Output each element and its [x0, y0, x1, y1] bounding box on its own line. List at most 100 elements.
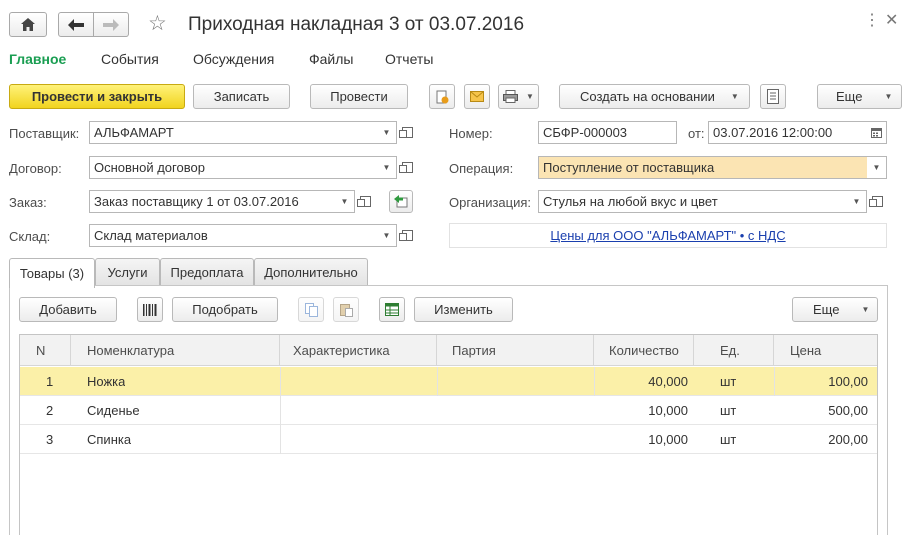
organization-open-icon[interactable]: [868, 190, 887, 213]
paste-icon: [339, 303, 353, 317]
barcode-icon: [143, 303, 157, 316]
cell-unit: шт: [720, 374, 737, 389]
barcode-button[interactable]: [137, 297, 163, 322]
warehouse-label: Склад:: [9, 229, 51, 244]
prices-link[interactable]: Цены для ООО "АЛЬФАМАРТ" • с НДС: [449, 223, 887, 248]
chevron-down-icon: ▼: [730, 92, 739, 101]
cell-quantity: 40,000: [648, 374, 688, 389]
supplier-label: Поставщик:: [9, 126, 80, 141]
copy-button[interactable]: [298, 297, 324, 322]
print-button[interactable]: ▼: [498, 84, 539, 109]
table-row[interactable]: 2 Сиденье 10,000 шт 500,00: [20, 396, 877, 425]
cell-price: 100,00: [828, 374, 868, 389]
fill-icon: [394, 195, 408, 208]
col-header-batch[interactable]: Партия: [437, 335, 594, 366]
cell-item: Спинка: [87, 432, 132, 447]
goods-table[interactable]: N Номенклатура Характеристика Партия Кол…: [19, 334, 878, 535]
order-open-icon[interactable]: [356, 190, 375, 213]
calendar-button[interactable]: [867, 121, 887, 144]
forward-button[interactable]: [93, 12, 129, 37]
cell-item: Ножка: [87, 374, 126, 389]
chevron-down-icon: ▼: [861, 305, 870, 314]
attach-icon: [436, 90, 449, 103]
back-button[interactable]: [58, 12, 94, 37]
section-tab-reports[interactable]: Отчеты: [385, 51, 433, 67]
table-row[interactable]: 3 Спинка 10,000 шт 200,00: [20, 425, 877, 454]
goods-more-label: Еще: [813, 302, 840, 317]
copy-icon: [304, 302, 318, 317]
page-title: Приходная накладная 3 от 03.07.2016: [188, 14, 525, 35]
organization-dropdown[interactable]: ▼: [847, 190, 867, 213]
report-button[interactable]: [760, 84, 786, 109]
change-button[interactable]: Изменить: [414, 297, 513, 322]
number-field[interactable]: СБФР-000003: [538, 121, 677, 144]
supplier-field[interactable]: АЛЬФАМАРТ: [89, 121, 378, 144]
cell-item: Сиденье: [87, 403, 140, 418]
save-button[interactable]: Записать: [193, 84, 290, 109]
col-header-n[interactable]: N: [20, 335, 71, 366]
star-icon[interactable]: ☆: [148, 11, 167, 36]
home-button[interactable]: [9, 12, 47, 37]
cell-price: 200,00: [828, 432, 868, 447]
excel-button[interactable]: [379, 297, 405, 322]
order-label: Заказ:: [9, 195, 47, 210]
attach-button[interactable]: [429, 84, 455, 109]
create-based-on-button[interactable]: Создать на основании ▼: [559, 84, 750, 109]
col-header-quantity[interactable]: Количество: [594, 335, 694, 366]
post-button[interactable]: Провести: [310, 84, 408, 109]
col-header-price[interactable]: Цена: [774, 335, 877, 366]
warehouse-dropdown[interactable]: ▼: [377, 224, 397, 247]
more-label: Еще: [836, 89, 863, 104]
fill-from-order-button[interactable]: [389, 190, 413, 213]
operation-dropdown[interactable]: ▼: [867, 156, 887, 179]
warehouse-field[interactable]: Склад материалов: [89, 224, 378, 247]
add-button[interactable]: Добавить: [19, 297, 117, 322]
cell-price: 500,00: [828, 403, 868, 418]
tab-goods[interactable]: Товары (3): [9, 258, 95, 288]
order-dropdown[interactable]: ▼: [335, 190, 355, 213]
operation-field[interactable]: Поступление от поставщика: [538, 156, 868, 179]
tab-prepayment[interactable]: Предоплата: [160, 258, 254, 286]
close-icon[interactable]: ✕: [885, 10, 898, 30]
order-field[interactable]: Заказ поставщику 1 от 03.07.2016: [89, 190, 336, 213]
table-header: N Номенклатура Характеристика Партия Кол…: [20, 335, 877, 366]
table-row[interactable]: 1 Ножка 40,000 шт 100,00: [20, 367, 877, 396]
back-arrow-icon: [68, 18, 84, 31]
date-field[interactable]: 03.07.2016 12:00:00: [708, 121, 868, 144]
contract-field[interactable]: Основной договор: [89, 156, 378, 179]
operation-label: Операция:: [449, 161, 514, 176]
mail-button[interactable]: [464, 84, 490, 109]
organization-label: Организация:: [449, 195, 532, 210]
contract-open-icon[interactable]: [398, 156, 417, 179]
more-vertical-icon[interactable]: ⋮: [864, 10, 880, 30]
col-header-unit[interactable]: Ед.: [694, 335, 774, 366]
col-header-item[interactable]: Номенклатура: [71, 335, 280, 366]
calendar-icon: [871, 127, 882, 138]
supplier-open-icon[interactable]: [398, 121, 417, 144]
warehouse-open-icon[interactable]: [398, 224, 417, 247]
chevron-down-icon: ▼: [526, 92, 534, 101]
print-icon: [503, 90, 519, 103]
organization-field[interactable]: Стулья на любой вкус и цвет: [538, 190, 848, 213]
more-button[interactable]: Еще ▼: [817, 84, 902, 109]
section-tab-main[interactable]: Главное: [9, 51, 66, 67]
section-tab-files[interactable]: Файлы: [309, 51, 353, 67]
post-and-close-button[interactable]: Провести и закрыть: [9, 84, 185, 109]
tab-additional[interactable]: Дополнительно: [254, 258, 368, 286]
forward-arrow-icon: [103, 18, 119, 31]
home-icon: [21, 18, 35, 31]
date-label: от:: [688, 126, 705, 141]
paste-button[interactable]: [333, 297, 359, 322]
goods-more-button[interactable]: Еще ▼: [792, 297, 878, 322]
section-tab-discussions[interactable]: Обсуждения: [193, 51, 274, 67]
col-header-characteristic[interactable]: Характеристика: [280, 335, 437, 366]
section-tab-events[interactable]: События: [101, 51, 159, 67]
report-icon: [767, 89, 779, 104]
pick-button[interactable]: Подобрать: [172, 297, 278, 322]
supplier-dropdown[interactable]: ▼: [377, 121, 397, 144]
cell-quantity: 10,000: [648, 432, 688, 447]
cell-quantity: 10,000: [648, 403, 688, 418]
tab-services[interactable]: Услуги: [95, 258, 160, 286]
contract-dropdown[interactable]: ▼: [377, 156, 397, 179]
excel-icon: [385, 303, 399, 316]
